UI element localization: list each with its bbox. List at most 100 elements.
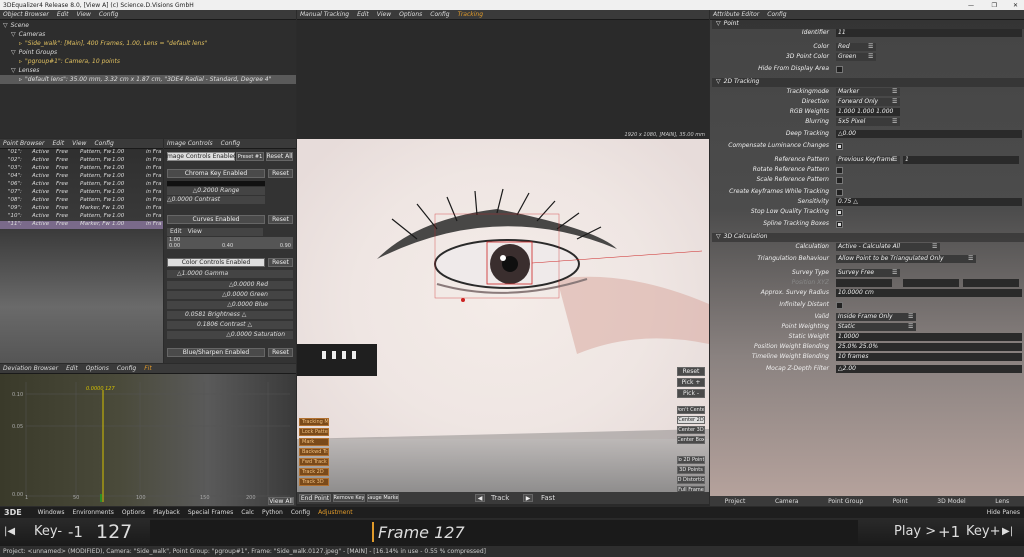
triangulation-select[interactable]: Allow Point to be Triangulated Only [836,255,976,263]
center-mode-button[interactable]: Center Box [677,436,705,444]
tracking-option-button[interactable]: Track 3D [299,478,329,486]
display-mode-button[interactable]: 3D Points [677,466,705,474]
track-forward-button[interactable]: ▶ [523,494,533,502]
tracking-option-button[interactable]: Mark [299,438,329,446]
menu-environments[interactable]: Environments [72,509,113,516]
tracking-option-button[interactable]: Backwd Track [299,448,329,456]
pick-button[interactable]: Pick - [677,389,705,398]
close-button[interactable]: ✕ [1013,2,1018,9]
menu-options[interactable]: Options [122,509,145,516]
menu-calc[interactable]: Calc [241,509,254,516]
mocap-filter-field[interactable]: △2.00 [836,365,1022,373]
section-header[interactable]: ▽ 2D Tracking [712,78,1024,87]
track-backward-button[interactable]: ◀ [475,494,485,502]
menu-config[interactable]: Config [291,509,310,516]
center-mode-button[interactable]: Center 2D [677,416,705,424]
menu-python[interactable]: Python [262,509,283,516]
tracking-option-button[interactable]: Tracking Mode [299,418,329,426]
deviation-graph[interactable] [0,374,296,506]
first-frame-button[interactable]: |◀ [4,526,15,537]
end-point-button[interactable]: End Point [299,494,331,502]
checkbox[interactable] [836,143,843,150]
menu-options[interactable]: Options [399,11,422,18]
menu-edit[interactable]: Edit [357,11,369,18]
dot-icon[interactable]: ▹ [19,76,22,83]
rgb-weights-field[interactable]: 1.000 1.000 1.000 [836,108,900,116]
blurring-select[interactable]: 5x5 Pixel [836,118,900,126]
position-field[interactable] [963,279,1019,287]
calculation-select[interactable]: Active - Calculate All [836,243,940,251]
dropdown-icon[interactable]: ☰ [868,43,873,50]
menu-config[interactable]: Config [430,11,449,18]
menu-config[interactable]: Config [767,11,786,18]
menu-playback[interactable]: Playback [153,509,180,516]
tab-point[interactable]: Point [893,498,908,505]
menu-view[interactable]: View [77,11,91,18]
chevron-down-icon[interactable]: ▽ [716,233,721,240]
menu-tracking[interactable]: Tracking [458,11,483,18]
menu-view[interactable]: View [377,11,391,18]
key-plus-button[interactable]: Key+ [966,524,1000,539]
checkbox[interactable] [836,66,843,73]
tracking-option-button[interactable]: Track 2D [299,468,329,476]
display-mode-button[interactable]: No 2D Points [677,456,705,464]
reference-pattern-frame[interactable]: 1 [903,156,1019,164]
center-mode-button[interactable]: Center 3D [677,426,705,434]
sensitivity-field[interactable]: 0.75 △ [836,198,1022,206]
chevron-down-icon[interactable]: ▽ [3,22,8,29]
tree-row[interactable]: ▹ "default lens": 35.00 mm, 3.32 cm x 1.8… [0,75,296,84]
identifier-field[interactable]: 11 [836,29,1022,37]
dropdown-icon[interactable]: ☰ [892,98,897,105]
gauge-marker-button[interactable]: Gauge Marker [367,494,399,502]
position-field[interactable] [903,279,959,287]
static-weight-field[interactable]: 1.0000 [836,333,1022,341]
menu-adjustment[interactable]: Adjustment [318,509,352,516]
minimize-button[interactable]: — [968,2,974,9]
menu-windows[interactable]: Windows [38,509,65,516]
minus-one-button[interactable]: -1 [68,523,83,541]
position-field[interactable] [836,279,892,287]
center-mode-button[interactable]: Don't Center [677,406,705,414]
dropdown-icon[interactable]: ☰ [892,156,897,163]
hide-panes-button[interactable]: Hide Panes [987,509,1020,516]
checkbox[interactable] [836,189,843,196]
timeline-scrubber[interactable] [150,520,858,544]
survey-type-select[interactable]: Survey Free [836,269,900,277]
section-header[interactable]: ▽ Point [712,20,1024,29]
checkbox[interactable] [836,221,843,228]
survey-radius-field[interactable]: 10.0000 cm [836,289,1022,297]
frame-field[interactable]: 127 [96,521,132,543]
last-frame-button[interactable]: ▶| [1002,526,1013,537]
tab-lens[interactable]: Lens [995,498,1009,505]
chevron-down-icon[interactable]: ▽ [716,20,721,27]
pick-button[interactable]: Pick + [677,378,705,387]
checkbox[interactable] [836,302,843,309]
point-weighting-select[interactable]: Static [836,323,916,331]
tracking-mode-select[interactable]: Marker [836,88,900,96]
deep-tracking-field[interactable]: △0.00 [836,130,1022,138]
checkbox[interactable] [836,177,843,184]
play-button[interactable]: Play > [894,524,936,539]
display-mode-button[interactable]: 2D Distortion [677,476,705,484]
timeline-weight-field[interactable]: 10 frames [836,353,1022,361]
dropdown-icon[interactable]: ☰ [908,313,913,320]
menu-config[interactable]: Config [99,11,118,18]
checkbox[interactable] [836,167,843,174]
menu-edit[interactable]: Edit [57,11,69,18]
key-minus-button[interactable]: Key- [34,524,62,539]
valid-select[interactable]: Inside Frame Only [836,313,916,321]
plus-one-button[interactable]: +1 [938,523,960,541]
dropdown-icon[interactable]: ☰ [892,118,897,125]
tab-project[interactable]: Project [725,498,746,505]
curves-menu-view[interactable]: View [188,228,202,236]
tab-3d-model[interactable]: 3D Model [937,498,965,505]
curves-menu-edit[interactable]: Edit [170,228,182,236]
dropdown-icon[interactable]: ☰ [968,255,973,262]
tab-camera[interactable]: Camera [775,498,799,505]
tracking-option-button[interactable]: Fwd Track [299,458,329,466]
view-all-button[interactable]: View All [268,497,294,505]
reference-pattern-select[interactable]: Previous Keyframe [836,156,900,164]
tracking-option-button[interactable]: Lock Pattern [299,428,329,436]
position-weight-field[interactable]: 25.0% 25.0% [836,343,1022,351]
dropdown-icon[interactable]: ☰ [892,88,897,95]
